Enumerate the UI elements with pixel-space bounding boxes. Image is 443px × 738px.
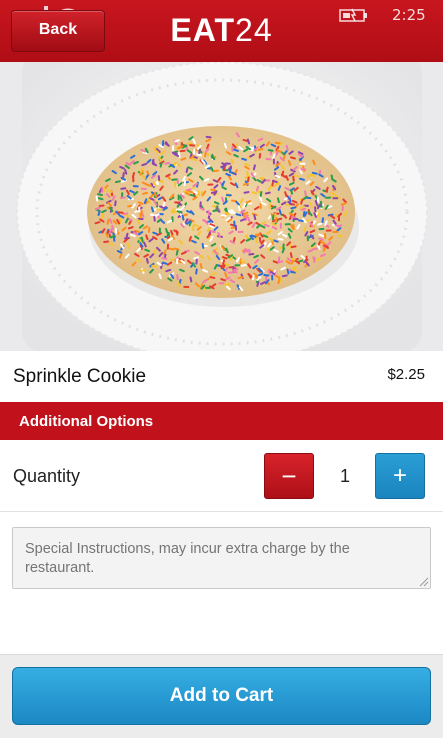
logo-number: 24: [235, 12, 273, 48]
app-logo: EAT24: [0, 12, 443, 49]
special-instructions-input[interactable]: [12, 527, 431, 589]
quantity-row: Quantity − 1 +: [0, 440, 443, 512]
section-title: Additional Options: [19, 413, 154, 430]
quantity-label: Quantity: [13, 466, 81, 486]
add-to-cart-button[interactable]: Add to Cart: [12, 667, 431, 725]
sprinkle-cookie-photo: [0, 62, 443, 351]
add-to-cart-label: Add to Cart: [169, 685, 274, 706]
additional-options-header: Additional Options: [0, 402, 443, 440]
product-price: $2.25: [387, 366, 425, 383]
logo-letters: EAT: [170, 12, 236, 48]
minus-icon: −: [281, 460, 297, 491]
resize-handle-icon[interactable]: [419, 577, 429, 587]
product-name: Sprinkle Cookie: [13, 366, 147, 387]
footer-bar: Add to Cart: [0, 654, 443, 738]
quantity-value: 1: [339, 466, 350, 486]
product-info-row: Sprinkle Cookie $2.25: [0, 351, 443, 401]
product-image: [0, 62, 443, 351]
decrease-quantity-button[interactable]: −: [264, 453, 314, 499]
plus-icon: +: [392, 462, 407, 489]
increase-quantity-button[interactable]: +: [375, 453, 425, 499]
app-header: 2:25 Back EAT24: [0, 0, 443, 62]
